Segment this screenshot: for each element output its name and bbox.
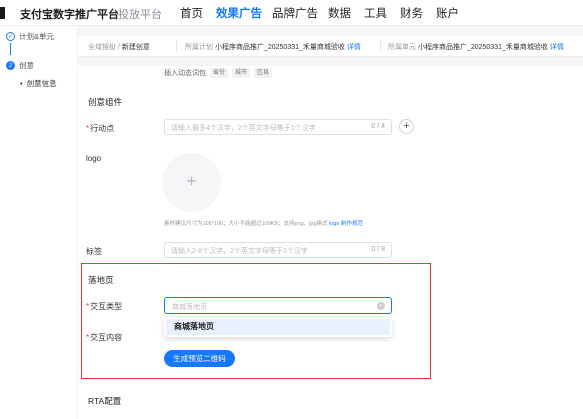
check-icon: ✓	[6, 32, 15, 41]
plan-value: 小程序商品推广_20250331_禾量商城验收	[214, 44, 345, 51]
step-number-icon: 2	[6, 61, 15, 70]
tag-input[interactable]: 请输入2-8个汉字，2个英文字母等于1个汉字 0 / 8	[164, 242, 392, 258]
generate-preview-qr-button[interactable]: 生成预览二维码	[164, 350, 235, 367]
label-text: 交互类型	[90, 302, 123, 311]
interaction-type-dropdown: 商城落地页	[164, 317, 392, 337]
logo-label: logo	[86, 154, 102, 163]
char-counter: 0 / 8	[371, 246, 385, 253]
plus-icon: +	[403, 120, 410, 132]
required-mark: *	[86, 333, 90, 342]
clear-icon[interactable]: ✕	[377, 302, 385, 310]
section-landing-page: 落地页	[88, 275, 114, 285]
dynamic-tag-province[interactable]: 省份	[210, 68, 229, 78]
step-plan-unit[interactable]: ✓ 计划&单元	[6, 31, 54, 42]
action-point-input[interactable]: 请输入最多4个汉字，2个英文字母等于1个汉字 0 / 4	[164, 119, 392, 135]
brand-title: 支付宝数字推广平台	[20, 9, 119, 21]
dynamic-words-label: 插入动态词包	[164, 70, 206, 77]
select-placeholder: 商城落地页	[172, 304, 207, 311]
hint-text: 素材建议尺寸为106*106；大小不能超过100KB；支持png、jpg格式	[164, 221, 328, 227]
interaction-content-label: *交互内容	[86, 332, 122, 343]
input-placeholder: 请输入2-8个汉字，2个英文字母等于1个汉字	[171, 248, 308, 255]
brand-subtitle: 投放平台	[118, 9, 162, 21]
nav-data[interactable]: 数据	[328, 5, 351, 21]
plan-info: 所属计划 小程序商品推广_20250331_禾量商城验收 详情	[185, 42, 361, 52]
dynamic-tag-district[interactable]: 区县	[254, 68, 273, 78]
breadcrumb-bar: 全域搜投 / 新建创意 所属计划 小程序商品推广_20250331_禾量商城验收…	[78, 36, 583, 57]
dynamic-tag-city[interactable]: 城市	[232, 68, 251, 78]
main-area: 全域搜投 / 新建创意 所属计划 小程序商品推广_20250331_禾量商城验收…	[78, 26, 583, 419]
interaction-type-label: *交互类型	[86, 301, 122, 312]
required-mark: *	[86, 124, 90, 133]
interaction-type-select[interactable]: 商城落地页 ✕	[164, 297, 392, 314]
step-label: 计划&单元	[19, 32, 55, 41]
creative-form-panel: 插入动态词包 省份 城市 区县 创意组件 *行动点 请输入最多4个汉字，2个英文…	[78, 66, 583, 419]
breadcrumb-root[interactable]: 全域搜投	[88, 44, 116, 51]
breadcrumb-current: 新建创意	[121, 44, 150, 51]
char-counter: 0 / 4	[371, 123, 385, 130]
section-rta-config: RTA配置	[88, 396, 122, 406]
nav-finance[interactable]: 财务	[400, 5, 423, 21]
divider	[380, 40, 381, 52]
nav-tools[interactable]: 工具	[364, 5, 387, 21]
plan-key: 所属计划	[185, 44, 213, 51]
logo-spec-link[interactable]: logo 制作规范	[329, 221, 363, 227]
label-text: 行动点	[90, 124, 115, 133]
nav-brand-ads[interactable]: 品牌广告	[272, 5, 318, 21]
nav-home[interactable]: 首页	[180, 5, 203, 21]
step-connector	[10, 43, 11, 55]
label-text: 交互内容	[90, 333, 123, 342]
sub-step-creative-info[interactable]: 创意信息	[20, 78, 57, 89]
plan-detail-link[interactable]: 详情	[347, 44, 361, 51]
brand-mark	[0, 7, 5, 19]
action-point-label: *行动点	[86, 123, 114, 134]
unit-value: 小程序商品推广_20250331_禾量商城验收	[417, 44, 548, 51]
nav-account[interactable]: 账户	[436, 5, 459, 21]
section-creative-components: 创意组件	[88, 97, 123, 107]
step-creative[interactable]: 2 创意	[6, 60, 34, 71]
input-placeholder: 请输入最多4个汉字，2个英文字母等于1个汉字	[171, 125, 316, 132]
logo-upload-button[interactable]: +	[162, 153, 221, 212]
logo-hint: 素材建议尺寸为106*106；大小不能超过100KB；支持png、jpg格式 l…	[164, 219, 363, 227]
dropdown-option-mall-landing[interactable]: 商城落地页	[166, 319, 390, 335]
nav-performance-ads[interactable]: 效果广告	[216, 5, 262, 21]
step-sidebar: ✓ 计划&单元 2 创意 创意信息	[0, 26, 78, 419]
top-nav: 支付宝数字推广平台 投放平台 首页 效果广告 品牌广告 数据 工具 财务 账户	[0, 0, 583, 26]
unit-detail-link[interactable]: 详情	[550, 44, 564, 51]
step-label: 创意	[19, 61, 34, 70]
required-mark: *	[86, 302, 90, 311]
unit-info: 所属单元 小程序商品推广_20250331_禾量商城验收 详情	[388, 42, 564, 52]
dynamic-words-row: 插入动态词包 省份 城市 区县	[164, 68, 273, 78]
unit-key: 所属单元	[388, 44, 416, 51]
divider	[176, 40, 177, 52]
tag-label: 标签	[86, 247, 102, 256]
add-action-point-button[interactable]: +	[399, 119, 414, 134]
breadcrumb: 全域搜投 / 新建创意	[88, 42, 150, 52]
plus-icon: +	[186, 171, 197, 191]
